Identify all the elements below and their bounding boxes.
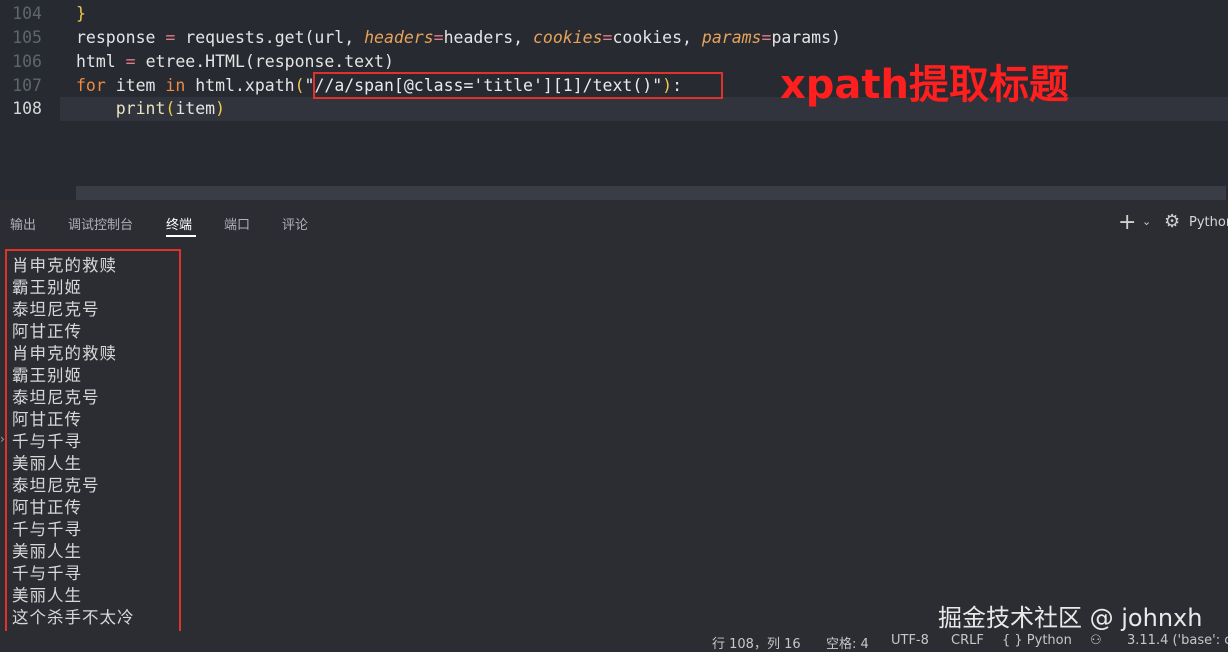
code-token: html bbox=[76, 52, 116, 71]
terminal-output-line: 霸王别姬 bbox=[12, 366, 82, 385]
status-interpreter[interactable]: 3.11.4 ('base': c bbox=[1127, 633, 1228, 648]
code-token: headers bbox=[364, 28, 434, 47]
code-token: response bbox=[76, 28, 156, 47]
new-terminal-plus-icon[interactable]: + bbox=[1118, 210, 1136, 235]
line-number-active: 108 bbox=[12, 99, 42, 118]
tab-comments[interactable]: 评论 bbox=[282, 214, 308, 233]
code-token: params bbox=[701, 28, 762, 47]
terminal-output-line: 千与千寻 bbox=[12, 432, 82, 451]
copilot-icon[interactable]: ⚇ bbox=[1090, 633, 1102, 648]
status-indentation[interactable]: 空格: 4 bbox=[826, 633, 869, 652]
code-token: = bbox=[433, 28, 444, 47]
status-encoding[interactable]: UTF-8 bbox=[891, 633, 929, 648]
line-number: 104 bbox=[12, 4, 42, 23]
terminal-output-line: 阿甘正传 bbox=[12, 322, 82, 341]
line-number: 106 bbox=[12, 52, 42, 71]
panel-tab-bar: 输出 调试控制台 终端 端口 评论 bbox=[0, 200, 1228, 246]
status-language-mode[interactable]: { } Python bbox=[1002, 633, 1072, 648]
tab-terminal[interactable]: 终端 bbox=[166, 214, 192, 233]
code-token: etree.HTML(response.text) bbox=[145, 52, 394, 71]
terminal-output-line: 千与千寻 bbox=[12, 520, 82, 539]
code-line-105[interactable]: response = requests.get(url, headers=hea… bbox=[76, 26, 841, 50]
horizontal-scrollbar[interactable] bbox=[76, 186, 1226, 200]
terminal-output-line: 阿甘正传 bbox=[12, 498, 82, 517]
terminal-output-line: 泰坦尼克号 bbox=[12, 300, 100, 319]
chevron-down-icon[interactable]: ⌄ bbox=[1142, 215, 1151, 228]
code-token: for bbox=[76, 76, 106, 95]
code-token: = bbox=[155, 28, 186, 47]
line-number: 105 bbox=[12, 28, 42, 47]
code-token: print bbox=[115, 99, 166, 118]
terminal-profile-label[interactable]: Python bbox=[1189, 215, 1228, 230]
code-token: cookies, bbox=[612, 28, 702, 47]
status-line-ending[interactable]: CRLF bbox=[951, 633, 984, 648]
terminal-output-line: 千与千寻 bbox=[12, 564, 82, 583]
watermark-text: 掘金技术社区 @ johnxh bbox=[938, 604, 1203, 632]
terminal-output-line: 肖申克的救赎 bbox=[12, 256, 117, 275]
terminal-output-line: 肖申克的救赎 bbox=[12, 344, 117, 363]
line-number: 107 bbox=[12, 76, 42, 95]
debug-icon[interactable]: ⚙ bbox=[1164, 211, 1180, 232]
code-token: = bbox=[761, 28, 772, 47]
code-line-106[interactable]: html = etree.HTML(response.text) bbox=[76, 50, 394, 74]
terminal-output-line: 美丽人生 bbox=[12, 586, 82, 605]
code-token: cookies bbox=[533, 28, 603, 47]
status-cursor-position[interactable]: 行 108，列 16 bbox=[712, 633, 801, 652]
code-line-104[interactable]: } bbox=[76, 2, 86, 26]
code-token: requests.get(url, bbox=[185, 28, 365, 47]
code-token: item bbox=[175, 99, 216, 118]
terminal-output-line: 阿甘正传 bbox=[12, 410, 82, 429]
annotation-label: xpath提取标题 bbox=[780, 62, 1070, 108]
code-token: ) bbox=[215, 99, 226, 118]
active-tab-indicator bbox=[166, 235, 196, 237]
terminal-output-line: 美丽人生 bbox=[12, 542, 82, 561]
closing-brace: } bbox=[76, 4, 86, 23]
code-token: in bbox=[165, 76, 186, 95]
terminal-output-line: 霸王别姬 bbox=[12, 278, 82, 297]
code-line-108[interactable]: print(item) bbox=[76, 97, 225, 121]
code-token: item bbox=[105, 76, 166, 95]
tab-ports[interactable]: 端口 bbox=[224, 214, 250, 233]
code-editor[interactable]: 104 105 106 107 108 } response = request… bbox=[0, 0, 1228, 200]
code-token: ( bbox=[165, 99, 176, 118]
xpath-highlight-box bbox=[313, 72, 723, 99]
terminal-output-line: 美丽人生 bbox=[12, 454, 82, 473]
code-token: = bbox=[602, 28, 613, 47]
code-token: html.xpath bbox=[185, 76, 295, 95]
tab-output[interactable]: 输出 bbox=[10, 214, 36, 233]
terminal-output-line: 这个杀手不太冷 bbox=[12, 608, 135, 627]
terminal-output[interactable] bbox=[0, 246, 1228, 631]
terminal-output-line: 泰坦尼克号 bbox=[12, 388, 100, 407]
code-token: params) bbox=[771, 28, 841, 47]
code-token: headers, bbox=[443, 28, 533, 47]
code-token: = bbox=[115, 52, 146, 71]
tab-debug-console[interactable]: 调试控制台 bbox=[68, 214, 133, 233]
terminal-output-line: 泰坦尼克号 bbox=[12, 476, 100, 495]
code-token: ( bbox=[294, 76, 305, 95]
